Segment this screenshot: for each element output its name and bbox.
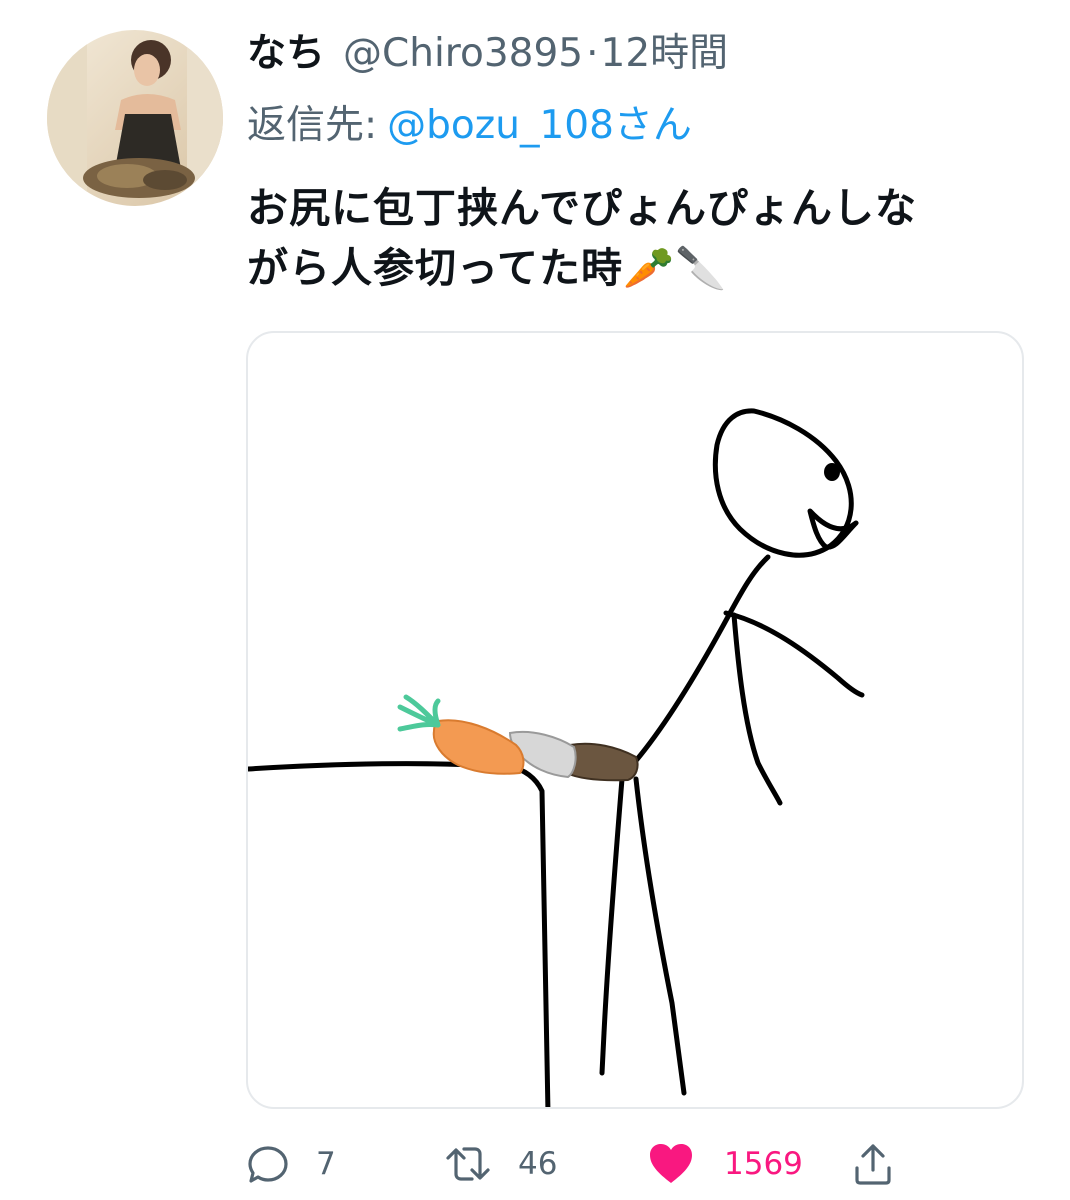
tweet-text-line-1: お尻に包丁挟んでぴょんぴょんしな [247,184,917,232]
tweet-text-line-2-text: がら人参切ってた時 [247,244,623,292]
share-button[interactable] [852,1134,894,1194]
reply-to-line: 返信先: @bozu_108さん [247,98,692,154]
like-button[interactable]: 1569 [648,1134,803,1194]
retweet-icon [444,1142,492,1186]
retweet-count: 46 [518,1146,558,1182]
stick-figure-drawing [248,408,865,1107]
tweet-text-emoji: 🥕🔪 [622,244,728,292]
share-icon [852,1142,894,1186]
avatar[interactable] [47,30,223,206]
tweet-media-image[interactable] [246,331,1024,1109]
stick-figure-eye [824,463,840,481]
avatar-photo [47,30,223,206]
reply-icon [246,1142,290,1186]
reply-to-mention[interactable]: @bozu_108さん [387,103,692,148]
stick-figure-left-arm [731,612,783,806]
stick-figure-left-leg [599,776,625,1076]
timestamp[interactable]: 12時間 [601,26,729,82]
carrot-leaves [397,694,441,732]
tweet-actions: 7 46 1569 [0,1134,1070,1194]
stick-figure-right-leg [633,776,687,1096]
heart-icon [648,1143,694,1185]
reply-button[interactable]: 7 [246,1134,336,1194]
tweet-text: お尻に包丁挟んでぴょんぴょんしな がら人参切ってた時🥕🔪 [247,178,1047,298]
stick-figure-right-arm [723,610,865,698]
reply-to-label: 返信先: [247,103,378,148]
tweet-text-line-2: がら人参切ってた時🥕🔪 [247,238,1047,298]
table-lines [248,761,551,1107]
user-handle[interactable]: @Chiro3895 [343,26,583,82]
tweet-header: なち @Chiro3895 · 12時間 [247,26,728,82]
stick-figure-head [712,408,854,558]
tweet: なち @Chiro3895 · 12時間 返信先: @bozu_108さん お尻に… [0,0,1070,1200]
separator-dot: · [586,31,599,76]
display-name[interactable]: なち [247,26,325,82]
reply-count: 7 [316,1146,336,1182]
retweet-button[interactable]: 46 [444,1134,557,1194]
like-count: 1569 [724,1146,803,1182]
